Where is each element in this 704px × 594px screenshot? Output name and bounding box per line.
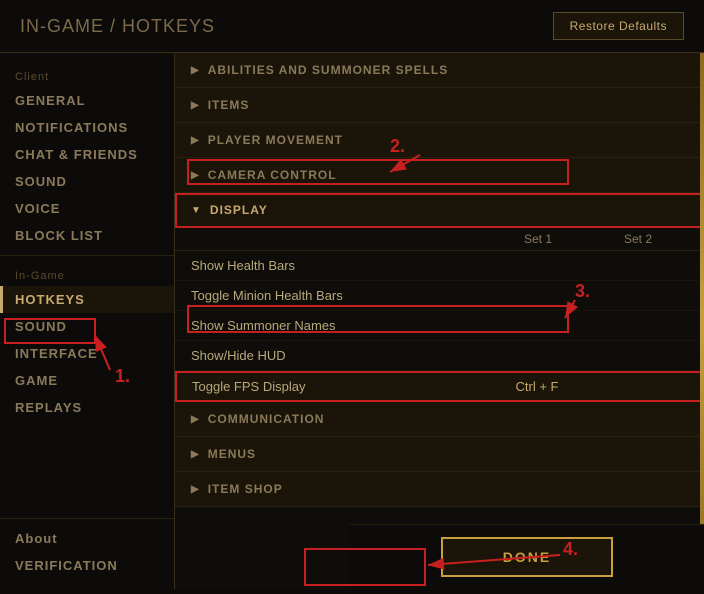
breadcrumb-current: HOTKEYS: [122, 16, 215, 36]
sidebar-item-verification[interactable]: VERIFICATION: [0, 552, 174, 579]
breadcrumb-prefix: IN-GAME /: [20, 16, 122, 36]
section-camera-control[interactable]: ▶ CAMERA CONTROL: [175, 158, 704, 193]
section-display[interactable]: ▼ DISPLAY: [175, 193, 704, 228]
set2-header: Set 2: [588, 232, 688, 246]
hotkey-row-show-summoner[interactable]: Show Summoner Names: [175, 311, 704, 341]
hotkey-table-header: Set 1 Set 2: [175, 228, 704, 251]
hotkey-row-toggle-minion[interactable]: Toggle Minion Health Bars: [175, 281, 704, 311]
hotkey-name: Show Health Bars: [191, 258, 488, 273]
section-abilities-label: ABILITIES AND SUMMONER SPELLS: [208, 63, 449, 77]
section-display-label: DISPLAY: [210, 203, 268, 217]
footer: DONE: [350, 524, 704, 589]
chevron-right-icon: ▶: [191, 449, 200, 460]
hotkey-row-toggle-fps[interactable]: Toggle FPS Display Ctrl + F: [175, 371, 704, 402]
hotkey-row-show-hide-hud[interactable]: Show/Hide HUD: [175, 341, 704, 371]
main-layout: Client GENERAL NOTIFICATIONS CHAT & FRIE…: [0, 53, 704, 589]
sidebar-item-notifications[interactable]: NOTIFICATIONS: [0, 114, 174, 141]
done-button[interactable]: DONE: [441, 537, 613, 577]
chevron-right-icon: ▶: [191, 65, 200, 76]
sidebar-item-about[interactable]: About: [0, 525, 174, 552]
sidebar-item-sound-ingame[interactable]: SOUND: [0, 313, 174, 340]
sidebar-item-replays[interactable]: REPLAYS: [0, 394, 174, 421]
hotkey-row-show-health[interactable]: Show Health Bars: [175, 251, 704, 281]
section-menus-label: MENUS: [208, 447, 256, 461]
set1-header: Set 1: [488, 232, 588, 246]
chevron-right-icon: ▶: [191, 135, 200, 146]
hotkey-name: Show Summoner Names: [191, 318, 488, 333]
section-communication[interactable]: ▶ COMMUNICATION: [175, 402, 704, 437]
sidebar: Client GENERAL NOTIFICATIONS CHAT & FRIE…: [0, 53, 175, 589]
sidebar-item-sound-client[interactable]: SOUND: [0, 168, 174, 195]
page-title: IN-GAME / HOTKEYS: [20, 16, 215, 37]
section-items[interactable]: ▶ ITEMS: [175, 88, 704, 123]
client-section-label: Client: [0, 63, 174, 87]
chevron-right-icon: ▶: [191, 414, 200, 425]
sidebar-item-hotkeys[interactable]: HOTKEYS: [0, 286, 174, 313]
sidebar-item-block-list[interactable]: BLOCK LIST: [0, 222, 174, 249]
section-menus[interactable]: ▶ MENUS: [175, 437, 704, 472]
chevron-right-icon: ▶: [191, 484, 200, 495]
hotkey-set1[interactable]: Ctrl + F: [487, 379, 587, 394]
restore-defaults-button[interactable]: Restore Defaults: [553, 12, 684, 40]
section-abilities[interactable]: ▶ ABILITIES AND SUMMONER SPELLS: [175, 53, 704, 88]
chevron-right-icon: ▶: [191, 100, 200, 111]
hotkey-name: Toggle Minion Health Bars: [191, 288, 488, 303]
sidebar-divider: [0, 255, 174, 256]
ingame-section-label: In-Game: [0, 262, 174, 286]
gold-accent-bar: [700, 53, 704, 589]
section-items-label: ITEMS: [208, 98, 250, 112]
section-camera-control-label: CAMERA CONTROL: [208, 168, 337, 182]
page-header: IN-GAME / HOTKEYS Restore Defaults: [0, 0, 704, 53]
sidebar-item-chat-friends[interactable]: CHAT & FRIENDS: [0, 141, 174, 168]
section-player-movement[interactable]: ▶ PLAYER MOVEMENT: [175, 123, 704, 158]
section-item-shop-label: ITEM SHOP: [208, 482, 283, 496]
section-player-movement-label: PLAYER MOVEMENT: [208, 133, 343, 147]
sidebar-divider-2: [0, 518, 174, 519]
hotkey-name: Show/Hide HUD: [191, 348, 488, 363]
sidebar-item-game[interactable]: GAME: [0, 367, 174, 394]
chevron-down-icon: ▼: [191, 205, 202, 216]
sidebar-item-general[interactable]: GENERAL: [0, 87, 174, 114]
chevron-right-icon: ▶: [191, 170, 200, 181]
content-area: ▶ ABILITIES AND SUMMONER SPELLS ▶ ITEMS …: [175, 53, 704, 589]
hotkey-name: Toggle FPS Display: [192, 379, 487, 394]
content-scroll: ▶ ABILITIES AND SUMMONER SPELLS ▶ ITEMS …: [175, 53, 704, 567]
sidebar-item-interface[interactable]: INTERFACE: [0, 340, 174, 367]
sidebar-item-voice[interactable]: VOICE: [0, 195, 174, 222]
section-communication-label: COMMUNICATION: [208, 412, 325, 426]
section-item-shop[interactable]: ▶ ITEM SHOP: [175, 472, 704, 507]
